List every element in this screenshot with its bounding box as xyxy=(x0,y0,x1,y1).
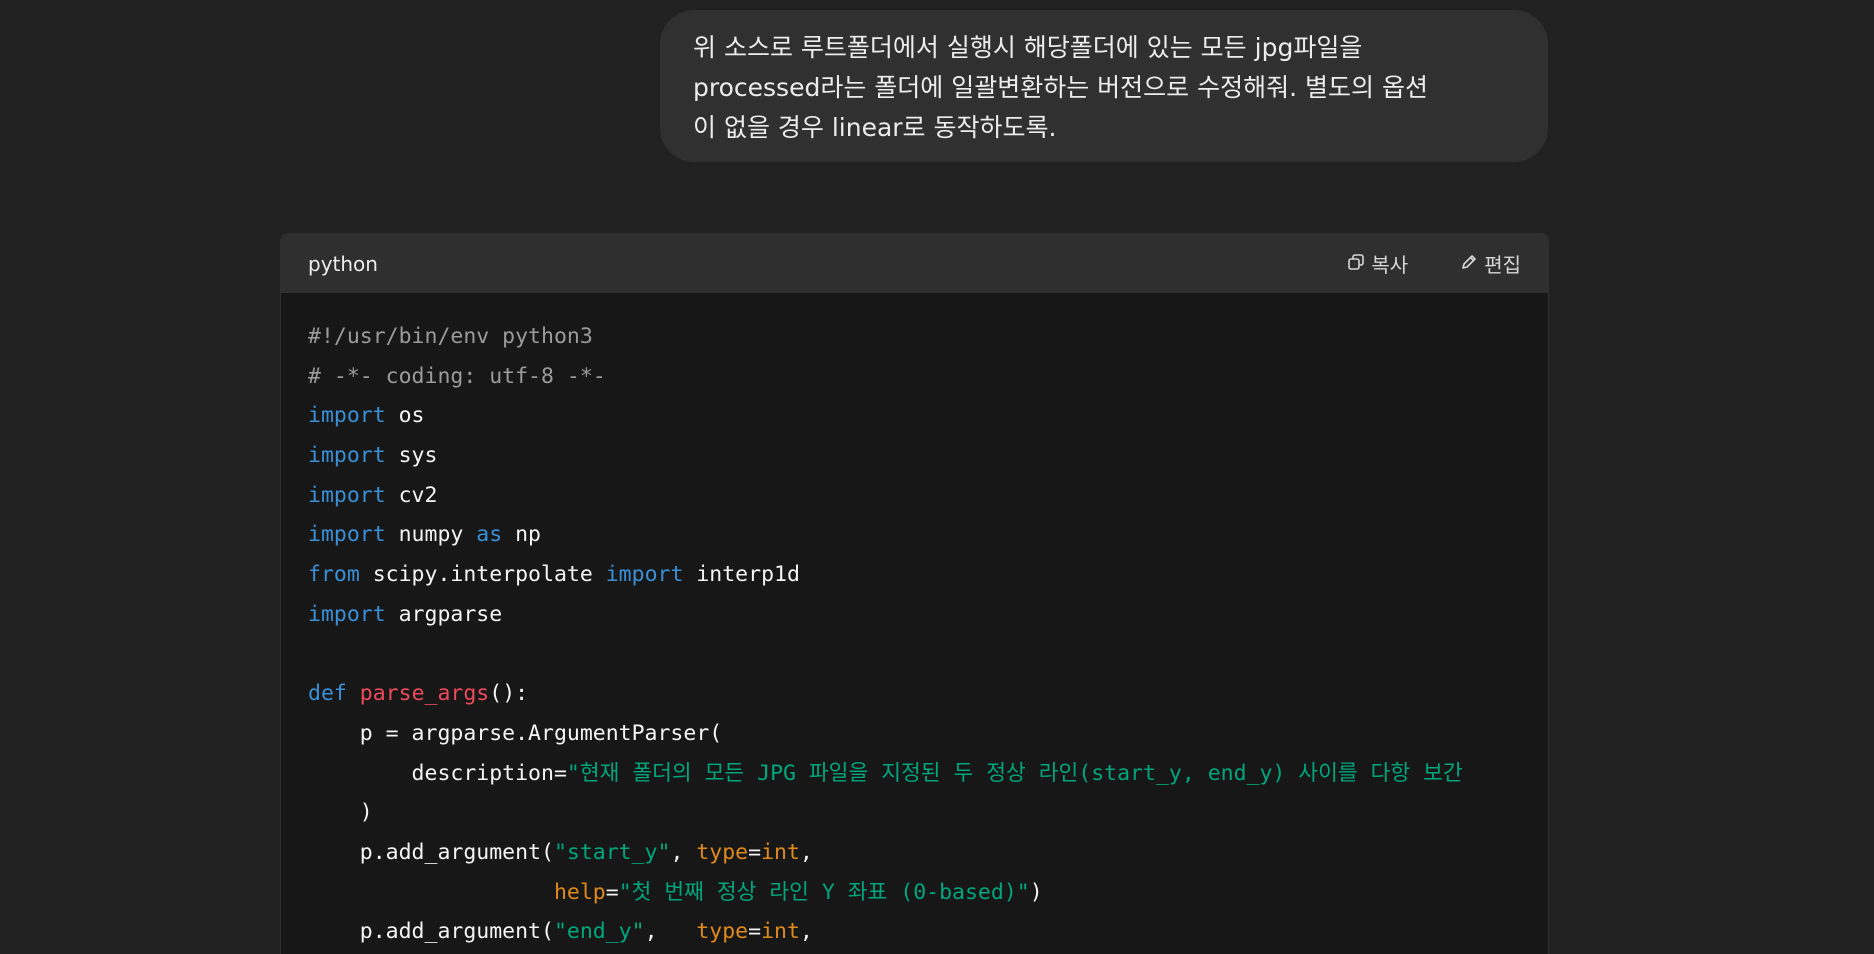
user-message-line: 이 없을 경우 linear로 동작하도록. xyxy=(693,113,1057,142)
code-line: import argparse xyxy=(308,595,1521,635)
code-content: #!/usr/bin/env python3 # -*- coding: utf-… xyxy=(281,293,1548,952)
code-token: , xyxy=(644,919,697,945)
chat-view: 위 소스로 루트폴더에서 실행시 해당폴더에 있는 모든 jpg파일을 proc… xyxy=(0,0,1874,954)
code-token: "현재 폴더의 모든 JPG 파일을 지정된 두 정상 라인(start_y, … xyxy=(566,760,1463,786)
code-line: import os xyxy=(308,396,1521,436)
code-line: p.add_argument("start_y", type=int, xyxy=(308,833,1521,873)
code-line: import sys xyxy=(308,436,1521,476)
code-token: "end_y" xyxy=(553,919,645,945)
code-token: # -*- coding: utf-8 -*- xyxy=(308,363,606,389)
code-token: ) xyxy=(1029,879,1043,905)
code-token: #!/usr/bin/env python3 xyxy=(308,324,593,349)
copy-button[interactable]: 복사 xyxy=(1347,249,1408,278)
code-token: numpy xyxy=(385,522,477,548)
edit-button-label: 편집 xyxy=(1484,253,1521,277)
user-message-line: processed라는 폴더에 일괄변환하는 버전으로 수정해줘. 별도의 옵션 xyxy=(693,73,1428,102)
code-token: "첫 번째 정상 라인 Y 좌표 (0-based)" xyxy=(618,879,1030,905)
code-token: interp1d xyxy=(683,562,800,588)
code-token: sys xyxy=(385,443,438,469)
code-block: python 복사 편집 #!/usr/bin/env python3 # -*… xyxy=(280,233,1549,954)
code-token: import xyxy=(308,522,386,548)
code-token: p.add_argument( xyxy=(308,919,554,945)
code-line: import numpy as np xyxy=(308,515,1521,555)
code-line: from scipy.interpolate import interp1d xyxy=(308,555,1521,595)
code-token: import xyxy=(605,562,684,588)
code-line: description="현재 폴더의 모든 JPG 파일을 지정된 두 정상 … xyxy=(308,754,1521,794)
code-line: p = argparse.ArgumentParser( xyxy=(308,714,1521,754)
code-token: argparse xyxy=(385,601,503,627)
code-token: as xyxy=(476,522,503,548)
code-line: import cv2 xyxy=(308,476,1521,516)
code-token: np xyxy=(502,522,542,548)
code-language-label: python xyxy=(308,251,378,276)
code-token: def xyxy=(308,681,347,707)
code-token: import xyxy=(308,482,386,508)
code-token: description= xyxy=(308,760,567,786)
code-line: ) xyxy=(308,793,1521,833)
code-token: , xyxy=(799,839,813,865)
code-header: python 복사 편집 xyxy=(281,234,1548,293)
code-token: os xyxy=(385,403,425,429)
user-message-line: 위 소스로 루트폴더에서 실행시 해당폴더에 있는 모든 jpg파일을 xyxy=(693,33,1363,62)
code-token: "start_y" xyxy=(553,839,671,865)
code-token: , xyxy=(670,839,697,865)
code-token: import xyxy=(308,601,386,627)
code-token: import xyxy=(308,403,386,429)
code-line: p.add_argument("end_y", type=int, xyxy=(308,912,1521,952)
code-token: type xyxy=(696,839,749,865)
code-token: help xyxy=(553,879,606,905)
code-token: scipy.interpolate xyxy=(359,562,606,588)
code-token: p = argparse.ArgumentParser( xyxy=(308,720,723,746)
copy-icon xyxy=(1347,252,1365,276)
code-token: cv2 xyxy=(385,482,438,508)
code-token: = xyxy=(605,879,619,905)
code-token: = xyxy=(748,839,762,865)
code-token: from xyxy=(308,562,360,588)
code-token: ) xyxy=(308,800,373,826)
code-token: import xyxy=(308,443,386,469)
code-token: , xyxy=(799,919,813,945)
code-token: = xyxy=(748,919,762,945)
code-token: parse_args xyxy=(359,681,490,707)
code-token: int xyxy=(761,839,800,865)
user-message-bubble: 위 소스로 루트폴더에서 실행시 해당폴더에 있는 모든 jpg파일을 proc… xyxy=(660,10,1548,162)
code-line: #!/usr/bin/env python3 xyxy=(308,317,1521,357)
pencil-icon xyxy=(1460,252,1478,276)
code-line: def parse_args(): xyxy=(308,674,1521,714)
code-token: type xyxy=(696,919,749,945)
code-line: # -*- coding: utf-8 -*- xyxy=(308,357,1521,397)
code-token: p.add_argument( xyxy=(308,839,554,865)
edit-button[interactable]: 편집 xyxy=(1460,249,1521,278)
copy-button-label: 복사 xyxy=(1371,253,1409,277)
code-token: (): xyxy=(489,681,529,707)
code-token: int xyxy=(761,919,800,945)
code-line: help="첫 번째 정상 라인 Y 좌표 (0-based)") xyxy=(308,873,1521,913)
